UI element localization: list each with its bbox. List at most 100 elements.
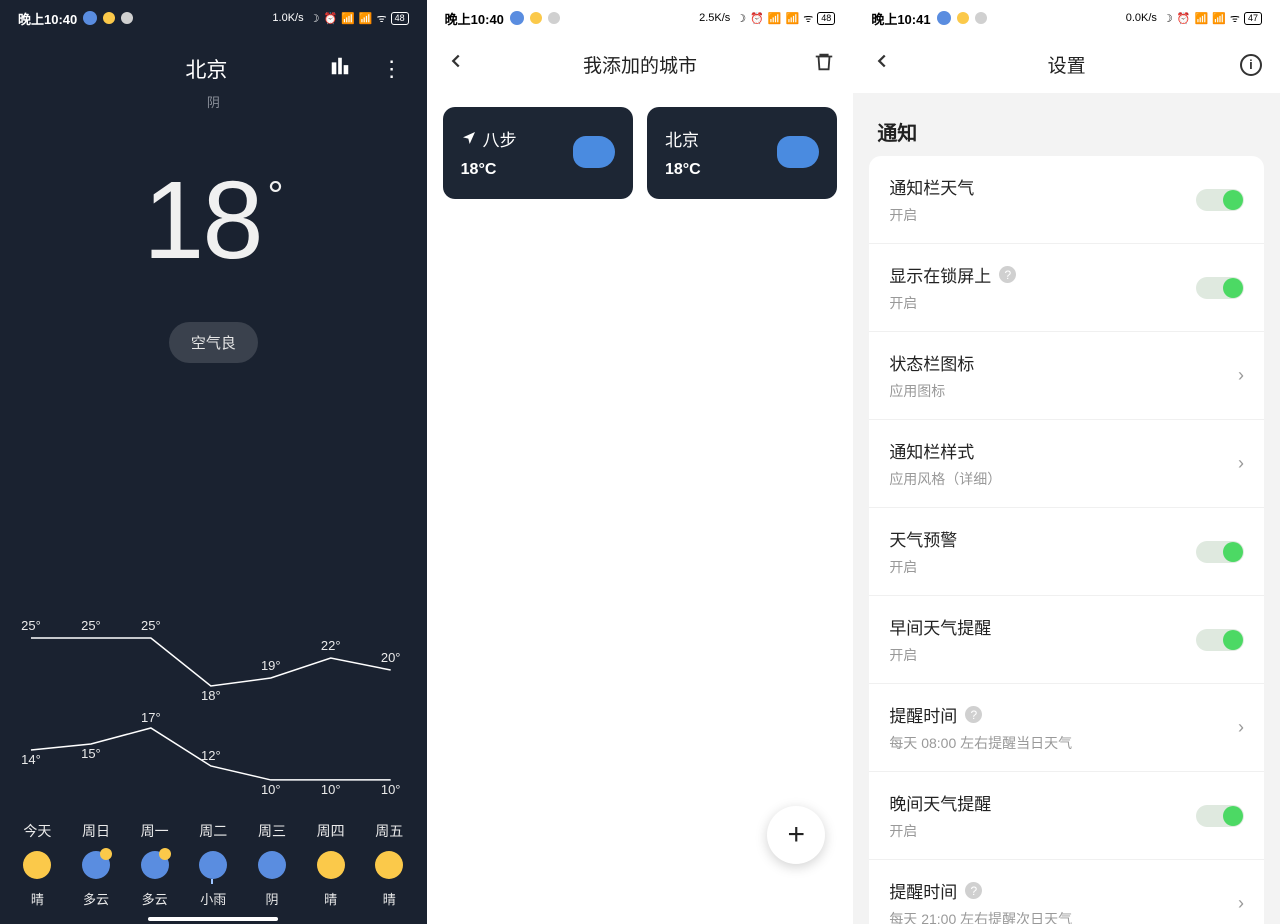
toggle-switch[interactable] (1196, 629, 1244, 651)
day-label: 周三 (258, 821, 286, 841)
help-icon[interactable]: ? (965, 882, 982, 899)
city-card[interactable]: 八步18°C (443, 107, 633, 199)
net-speed: 2.5K/s (699, 12, 730, 24)
buildings-icon[interactable] (329, 55, 351, 83)
trash-icon[interactable] (813, 51, 835, 78)
forecast-day[interactable]: 周三阴 (244, 821, 300, 908)
notif-icon (510, 11, 524, 25)
item-subtitle: 应用风格（详细） (889, 469, 1001, 489)
air-quality: 空气良 (0, 322, 427, 363)
item-title: 通知栏天气 (889, 174, 974, 199)
cond-label: 晴 (31, 889, 44, 908)
chevron-right-icon: › (1238, 365, 1244, 386)
item-title: 天气预警 (889, 526, 957, 551)
section-header: 通知 (853, 93, 1280, 156)
notif-icon (975, 12, 987, 24)
svg-text:10°: 10° (381, 782, 401, 797)
item-subtitle: 每天 21:00 左右提醒次日天气 (889, 909, 1072, 924)
city-name[interactable]: 北京 (185, 54, 227, 84)
toggle-switch[interactable] (1196, 189, 1244, 211)
day-label: 今天 (23, 821, 51, 841)
city-card[interactable]: 北京 18°C (647, 107, 837, 199)
settings-item[interactable]: 显示在锁屏上? 开启 (869, 244, 1264, 332)
day-label: 周二 (199, 821, 227, 841)
cond-label: 多云 (142, 889, 168, 908)
item-title: 提醒时间? (889, 702, 1072, 727)
clock: 晚上10:40 (445, 9, 504, 28)
signal-icon: 📶 (768, 12, 782, 25)
svg-text:17°: 17° (141, 710, 161, 725)
item-title: 状态栏图标 (889, 350, 974, 375)
cloud-icon (573, 136, 615, 168)
net-speed: 1.0K/s (272, 12, 303, 24)
settings-item[interactable]: 提醒时间?每天 21:00 左右提醒次日天气› (869, 860, 1264, 924)
settings-item[interactable]: 通知栏天气开启 (869, 156, 1264, 244)
page-title: 设置 (1048, 51, 1086, 78)
toggle-switch[interactable] (1196, 541, 1244, 563)
wifi-icon: ᯤ (1230, 11, 1240, 26)
add-city-button[interactable]: + (767, 806, 825, 864)
help-icon[interactable]: ? (999, 266, 1016, 283)
item-subtitle: 开启 (889, 205, 974, 225)
sun-icon (317, 851, 345, 879)
forecast-day[interactable]: 周五晴 (361, 821, 417, 908)
forecast-day[interactable]: 周四晴 (303, 821, 359, 908)
svg-text:14°: 14° (21, 752, 41, 767)
forecast-day[interactable]: 周二小雨 (185, 821, 241, 908)
cloud-sun-icon (141, 851, 169, 879)
rain-icon (199, 851, 227, 879)
toggle-switch[interactable] (1196, 805, 1244, 827)
forecast-day[interactable]: 周一多云 (127, 821, 183, 908)
air-chip[interactable]: 空气良 (169, 322, 258, 363)
day-label: 周四 (317, 821, 345, 841)
clock: 晚上10:41 (871, 9, 930, 28)
chevron-right-icon: › (1238, 717, 1244, 738)
temp-value: 18 (143, 166, 261, 276)
svg-text:15°: 15° (81, 746, 101, 761)
alarm-icon: ⏰ (1177, 12, 1191, 25)
item-title: 早间天气提醒 (889, 614, 991, 639)
battery: 48 (817, 12, 835, 25)
item-subtitle: 开启 (889, 293, 1016, 313)
temp-chart: 25° 25° 25° 18° 19° 22° 20° 14° 15° 17° … (0, 600, 427, 800)
city-temp: 18°C (665, 161, 701, 179)
battery: 48 (391, 12, 409, 25)
status-bar: 晚上10:40 1.0K/s ☽ ⏰ 📶 📶 ᯤ 48 (0, 0, 427, 36)
settings-screen: 晚上10:41 0.0K/s ☽ ⏰ 📶 📶 ᯤ 47 设置 i 通知 通知栏天… (853, 0, 1280, 924)
header: 设置 i (853, 36, 1280, 93)
forecast-day[interactable]: 今天晴 (9, 821, 65, 908)
settings-item[interactable]: 天气预警开启 (869, 508, 1264, 596)
item-title: 显示在锁屏上? (889, 262, 1016, 287)
city-temp: 18°C (461, 161, 517, 179)
toggle-switch[interactable] (1196, 277, 1244, 299)
settings-item[interactable]: 通知栏样式应用风格（详细）› (869, 420, 1264, 508)
notif-icon (957, 12, 969, 24)
settings-item[interactable]: 提醒时间?每天 08:00 左右提醒当日天气› (869, 684, 1264, 772)
alarm-icon: ⏰ (750, 12, 764, 25)
cond-label: 阴 (265, 889, 278, 908)
status-bar: 晚上10:40 2.5K/s ☽ ⏰ 📶 📶 ᯤ 48 (427, 0, 854, 36)
chevron-right-icon: › (1238, 453, 1244, 474)
help-icon[interactable]: ? (965, 706, 982, 723)
settings-item[interactable]: 状态栏图标应用图标› (869, 332, 1264, 420)
notif-icon (83, 11, 97, 25)
cloud-icon (777, 136, 819, 168)
svg-text:12°: 12° (201, 748, 221, 763)
city-name: 北京 (665, 126, 701, 151)
back-button[interactable] (871, 50, 893, 79)
current-temp: 18 ° (0, 166, 427, 276)
moon-icon: ☽ (310, 12, 320, 25)
info-icon[interactable]: i (1240, 54, 1262, 76)
moon-icon: ☽ (1163, 12, 1173, 25)
svg-text:10°: 10° (261, 782, 281, 797)
home-indicator[interactable] (148, 917, 278, 921)
svg-text:25°: 25° (81, 618, 101, 633)
settings-item[interactable]: 晚间天气提醒开启 (869, 772, 1264, 860)
settings-item[interactable]: 早间天气提醒开启 (869, 596, 1264, 684)
battery: 47 (1244, 12, 1262, 25)
back-button[interactable] (445, 50, 467, 79)
more-icon[interactable]: ⋮ (381, 56, 403, 82)
forecast-day[interactable]: 周日多云 (68, 821, 124, 908)
page-title: 我添加的城市 (583, 51, 697, 78)
signal-icon: 📶 (1195, 12, 1209, 25)
